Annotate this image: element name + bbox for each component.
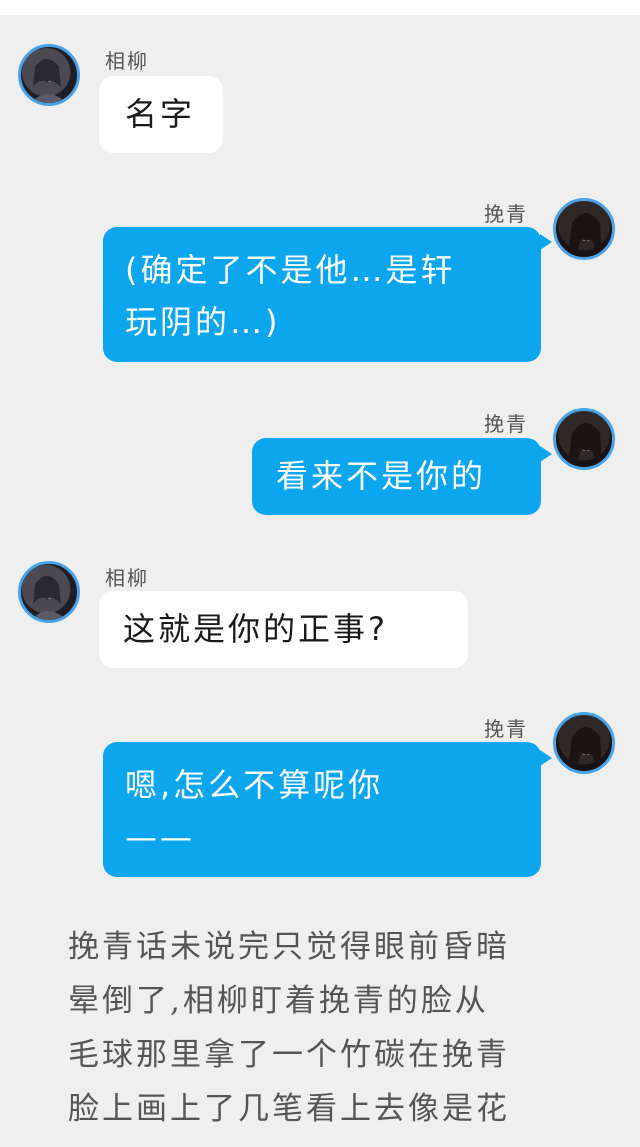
portrait-icon xyxy=(568,727,602,771)
narration-line: 脸上画上了几笔看上去像是花 xyxy=(68,1091,510,1127)
narration-text: 挽青话未说完只觉得眼前昏暗 晕倒了,相柳盯着挽青的脸从 毛球那里拿了一个竹碳在挽… xyxy=(68,920,568,1136)
bubble-tail xyxy=(540,446,552,462)
message-text-line: —— xyxy=(125,818,195,856)
message-text-line: (确定了不是他…是轩 xyxy=(125,251,456,289)
sender-name: 挽青 xyxy=(484,412,528,436)
bubble-tail xyxy=(540,750,552,766)
narration-line: 毛球那里拿了一个竹碳在挽青 xyxy=(68,1037,510,1073)
narration-line: 晕倒了,相柳盯着挽青的脸从 xyxy=(68,983,489,1019)
avatar-xiangliu[interactable] xyxy=(18,561,80,623)
message-text: 名字 xyxy=(125,95,196,133)
message-text: 这就是你的正事? xyxy=(123,610,388,648)
sender-name: 挽青 xyxy=(484,202,528,226)
portrait-icon xyxy=(31,576,67,620)
message-text-line: 嗯,怎么不算呢你 xyxy=(125,766,384,804)
sender-name: 相柳 xyxy=(105,49,149,73)
sender-name: 挽青 xyxy=(484,717,528,741)
avatar-wanqing[interactable] xyxy=(553,408,615,470)
portrait-icon xyxy=(568,213,602,257)
portrait-icon xyxy=(568,423,602,467)
message-bubble[interactable]: 这就是你的正事? xyxy=(99,591,468,668)
bubble-tail xyxy=(540,234,552,250)
message-bubble[interactable]: 名字 xyxy=(99,76,223,153)
message-text-line: 玩阴的…) xyxy=(125,303,281,341)
message-bubble[interactable]: 看来不是你的 xyxy=(252,438,541,515)
message-text: 看来不是你的 xyxy=(276,457,487,495)
top-bar xyxy=(0,0,640,15)
avatar-xiangliu[interactable] xyxy=(18,44,80,106)
avatar-wanqing[interactable] xyxy=(553,712,615,774)
portrait-icon xyxy=(31,59,67,103)
avatar-wanqing[interactable] xyxy=(553,198,615,260)
message-bubble[interactable]: 嗯,怎么不算呢你 —— xyxy=(103,742,541,877)
sender-name: 相柳 xyxy=(105,566,149,590)
message-bubble[interactable]: (确定了不是他…是轩 玩阴的…) xyxy=(103,227,541,362)
narration-line: 挽青话未说完只觉得眼前昏暗 xyxy=(68,929,510,965)
